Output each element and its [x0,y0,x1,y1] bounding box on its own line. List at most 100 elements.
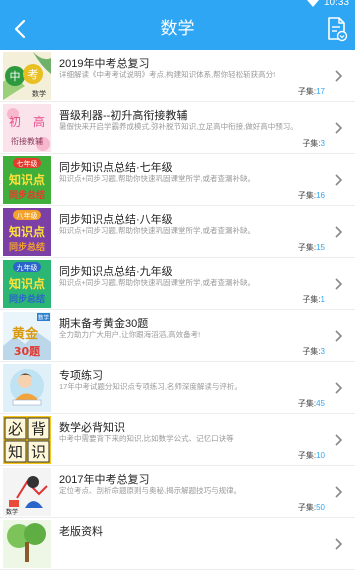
count-value: 16 [316,191,325,200]
count-label: 子集: [302,139,321,148]
student-writing-illustration [3,364,51,412]
thumb-text: 初 [9,115,21,129]
item-thumbnail [3,364,51,412]
list-item[interactable]: 数学 黄金 30题 期末备考黄金30题 全力助力广大用户,让你跟海滔滔,高效备考… [0,310,355,362]
count-value: 17 [316,87,325,96]
list-item[interactable]: 老版资料 [0,518,355,570]
thumb-text: 数学 [32,89,46,98]
list-item[interactable]: 专项练习 17年中考试题分知识点专项练习,名师深度解读与评析。 子集:45 [0,362,355,414]
thumb-text: 九年级 [17,263,38,272]
item-title: 晋级利器--初升高衔接教辅 [59,110,188,122]
list-item[interactable]: 七年级 知识点 同步总结 同步知识点总结·七年级 知识点+同步习题,帮助你快速巩… [0,154,355,206]
item-title: 同步知识点总结·八年级 [59,214,173,226]
thumb-text: 数学 [6,508,18,516]
item-title: 同步知识点总结·九年级 [59,266,173,278]
thumb-text: 数学 [38,314,50,322]
item-count: 子集:1 [302,294,325,305]
item-title: 数学必背知识 [59,422,125,434]
item-thumbnail: 必 背 知 识 [3,416,51,464]
item-thumbnail: 数学 黄金 30题 [3,312,51,360]
item-description: 中考中需要背下来的知识,比如数学公式、记忆口诀等 [59,434,234,443]
count-value: 10 [316,451,325,460]
item-description: 定位考点、剖析命题原则与奥秘,揭示解题技巧与规律。 [59,486,242,495]
app-header: 数学 [0,8,355,50]
item-thumbnail: 初 高 衔接教辅 [3,104,51,152]
thumb-text: 考 [28,68,39,81]
item-thumbnail: 七年级 知识点 同步总结 [3,156,51,204]
download-manager-button[interactable] [325,15,349,43]
item-count: 子集:10 [298,450,325,461]
item-description: 详细解读《中考考试说明》考点,构建知识体系,帮你轻松斩获高分! [59,70,276,79]
count-value: 3 [320,347,325,356]
thumb-text: 同步总结 [9,293,45,305]
item-description: 17年中考试题分知识点专项练习,名师深度解读与评析。 [59,382,242,391]
item-title: 同步知识点总结·七年级 [59,162,173,174]
count-value: 15 [316,243,325,252]
item-count: 子集:3 [302,138,325,149]
count-label: 子集: [297,191,317,200]
list-item[interactable]: 必 背 知 识 数学必背知识 中考中需要背下来的知识,比如数学公式、记忆口诀等 … [0,414,355,466]
item-count: 子集:15 [298,242,325,253]
count-label: 子集: [302,295,321,304]
resource-list: 中 考 数学 2019年中考总复习 详细解读《中考考试说明》考点,构建知识体系,… [0,50,355,570]
item-description: 全力助力广大用户,让你跟海滔滔,高效备考! [59,330,201,339]
count-label: 子集: [297,503,317,512]
count-label: 子集: [297,451,317,460]
status-bar: 10:33 [0,0,355,8]
thumb-text: 八年级 [17,211,38,220]
thumb-text: 中 [10,70,21,83]
count-value: 1 [320,295,325,304]
thumb-text: 高 [33,114,45,129]
item-title: 2019年中考总复习 [59,58,150,70]
count-value: 3 [320,139,325,148]
file-download-icon [328,17,348,42]
count-label: 子集: [297,243,317,252]
item-thumbnail: 中 考 数学 [3,52,51,100]
list-item[interactable]: 八年级 知识点 同步总结 同步知识点总结·八年级 知识点+同步习题,帮助你快速巩… [0,206,355,258]
chevron-right-icon [333,173,343,187]
item-title: 老版资料 [59,526,103,538]
chevron-right-icon [333,225,343,239]
thumb-text: 同步总结 [9,189,45,201]
thumb-text: 七年级 [17,159,38,168]
thumb-text: 衔接教辅 [11,136,43,146]
thumb-text: 同步总结 [9,241,45,253]
item-thumbnail [3,520,51,568]
item-thumbnail: 数学 [3,468,51,516]
item-count: 子集:17 [298,86,325,97]
count-value: 50 [316,503,325,512]
thumb-text: 必 [8,420,23,438]
item-count: 子集:45 [298,398,325,409]
chevron-right-icon [333,485,343,499]
chevron-right-icon [333,329,343,343]
item-count: 子集:3 [302,346,325,357]
tree-illustration [3,520,51,568]
item-thumbnail: 九年级 知识点 同步总结 [3,260,51,308]
list-item[interactable]: 初 高 衔接教辅 晋级利器--初升高衔接教辅 暑假快来开启学霸养成模式,弥补脱节… [0,102,355,154]
thumb-text: 知识点 [8,276,45,291]
chevron-right-icon [333,381,343,395]
count-label: 子集: [297,87,317,96]
chevron-right-icon [333,433,343,447]
chevron-right-icon [333,537,343,551]
item-title: 期末备考黄金30题 [59,318,149,330]
item-description: 知识点+同步习题,帮助你快速巩固课堂所学,或者查漏补缺。 [59,226,256,235]
item-thumbnail: 八年级 知识点 同步总结 [3,208,51,256]
list-item[interactable]: 数学 2017年中考总复习 定位考点、剖析命题原则与奥秘,揭示解题技巧与规律。 … [0,466,355,518]
count-label: 子集: [297,399,317,408]
chevron-right-icon [333,121,343,135]
wifi-icon [307,0,319,7]
count-value: 45 [316,399,325,408]
thumb-text: 识 [31,443,46,461]
item-title: 2017年中考总复习 [59,474,150,486]
item-description: 暑假快来开启学霸养成模式,弥补脱节知识,立足高中衔接,做好高中预习。 [59,122,298,131]
item-description: 知识点+同步习题,帮助你快速巩固课堂所学,或者查漏补缺。 [59,174,256,183]
thumb-text: 知 [8,443,23,461]
count-label: 子集: [302,347,321,356]
chevron-right-icon [333,277,343,291]
list-item[interactable]: 九年级 知识点 同步总结 同步知识点总结·九年级 知识点+同步习题,帮助你快速巩… [0,258,355,310]
list-item[interactable]: 中 考 数学 2019年中考总复习 详细解读《中考考试说明》考点,构建知识体系,… [0,50,355,102]
thumb-text: 30题 [14,345,41,358]
thumb-text: 黄金 [12,326,39,342]
item-description: 知识点+同步习题,帮助你快速巩固课堂所学,或者查漏补缺。 [59,278,256,287]
